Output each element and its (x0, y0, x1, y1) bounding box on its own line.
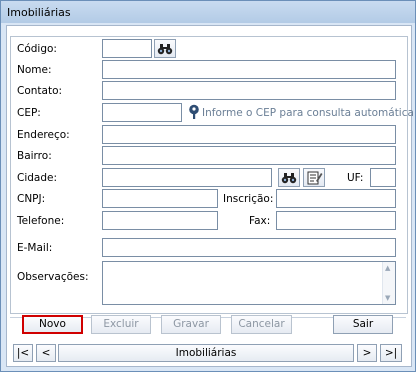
scroll-down-icon[interactable]: ▼ (385, 294, 390, 302)
scroll-up-icon[interactable]: ▲ (385, 264, 390, 272)
nav-prev-button[interactable]: < (36, 344, 56, 362)
nav-next-button[interactable]: > (357, 344, 377, 362)
telefone-label: Telefone: (17, 215, 65, 227)
nome-input[interactable] (102, 60, 396, 79)
cidade-notepad-button[interactable] (303, 168, 325, 187)
bairro-label: Bairro: (17, 150, 52, 162)
inscricao-label: Inscrição: (223, 193, 274, 205)
telefone-input[interactable] (102, 211, 218, 230)
cnpj-label: CNPJ: (17, 193, 46, 205)
email-label: E-Mail: (17, 242, 53, 254)
info-pin-icon (189, 104, 199, 119)
excluir-button[interactable]: Excluir (91, 315, 151, 334)
endereco-input[interactable] (102, 125, 396, 144)
imobiliarias-window: Imobiliárias Código: Nome: Contato: CEP:… (0, 0, 416, 372)
cidade-search-button[interactable] (278, 168, 300, 187)
fax-input[interactable] (276, 211, 396, 230)
window-client-area: Código: Nome: Contato: CEP: Informe o CE… (6, 25, 414, 367)
codigo-label: Código: (17, 43, 57, 55)
uf-input[interactable] (370, 168, 396, 187)
observacoes-scrollbar[interactable]: ▲ ▼ (382, 262, 395, 304)
binoculars-icon (157, 44, 173, 55)
contato-label: Contato: (17, 85, 63, 97)
endereco-label: Endereço: (17, 129, 70, 141)
cidade-label: Cidade: (17, 172, 58, 184)
inscricao-input[interactable] (276, 189, 396, 208)
window-title: Imobiliárias (7, 6, 71, 19)
bairro-input[interactable] (102, 146, 396, 165)
fax-label: Fax: (249, 215, 271, 227)
binoculars-icon (281, 173, 297, 184)
cnpj-input[interactable] (102, 189, 218, 208)
novo-button[interactable]: Novo (22, 315, 83, 334)
uf-label: UF: (347, 172, 364, 184)
email-input[interactable] (102, 238, 396, 257)
observacoes-label: Observações: (17, 271, 89, 283)
codigo-search-button[interactable] (154, 39, 176, 58)
nav-last-button[interactable]: >| (380, 344, 402, 362)
gravar-button[interactable]: Gravar (161, 315, 221, 334)
form-panel: Código: Nome: Contato: CEP: Informe o CE… (10, 36, 414, 314)
codigo-input[interactable] (102, 39, 152, 58)
cidade-input[interactable] (102, 168, 272, 187)
observacoes-textarea[interactable]: ▲ ▼ (102, 261, 396, 305)
notepad-icon (307, 171, 323, 185)
nav-first-button[interactable]: |< (13, 344, 33, 362)
cep-label: CEP: (17, 107, 41, 119)
cancelar-button[interactable]: Cancelar (231, 315, 292, 334)
cep-hint-text: Informe o CEP para consulta automática (202, 107, 414, 119)
contato-input[interactable] (102, 81, 396, 100)
title-bar[interactable]: Imobiliárias (1, 1, 415, 23)
sair-button[interactable]: Sair (333, 315, 393, 334)
nome-label: Nome: (17, 64, 52, 76)
cep-input[interactable] (102, 103, 182, 122)
nav-caption: Imobiliárias (58, 344, 354, 362)
